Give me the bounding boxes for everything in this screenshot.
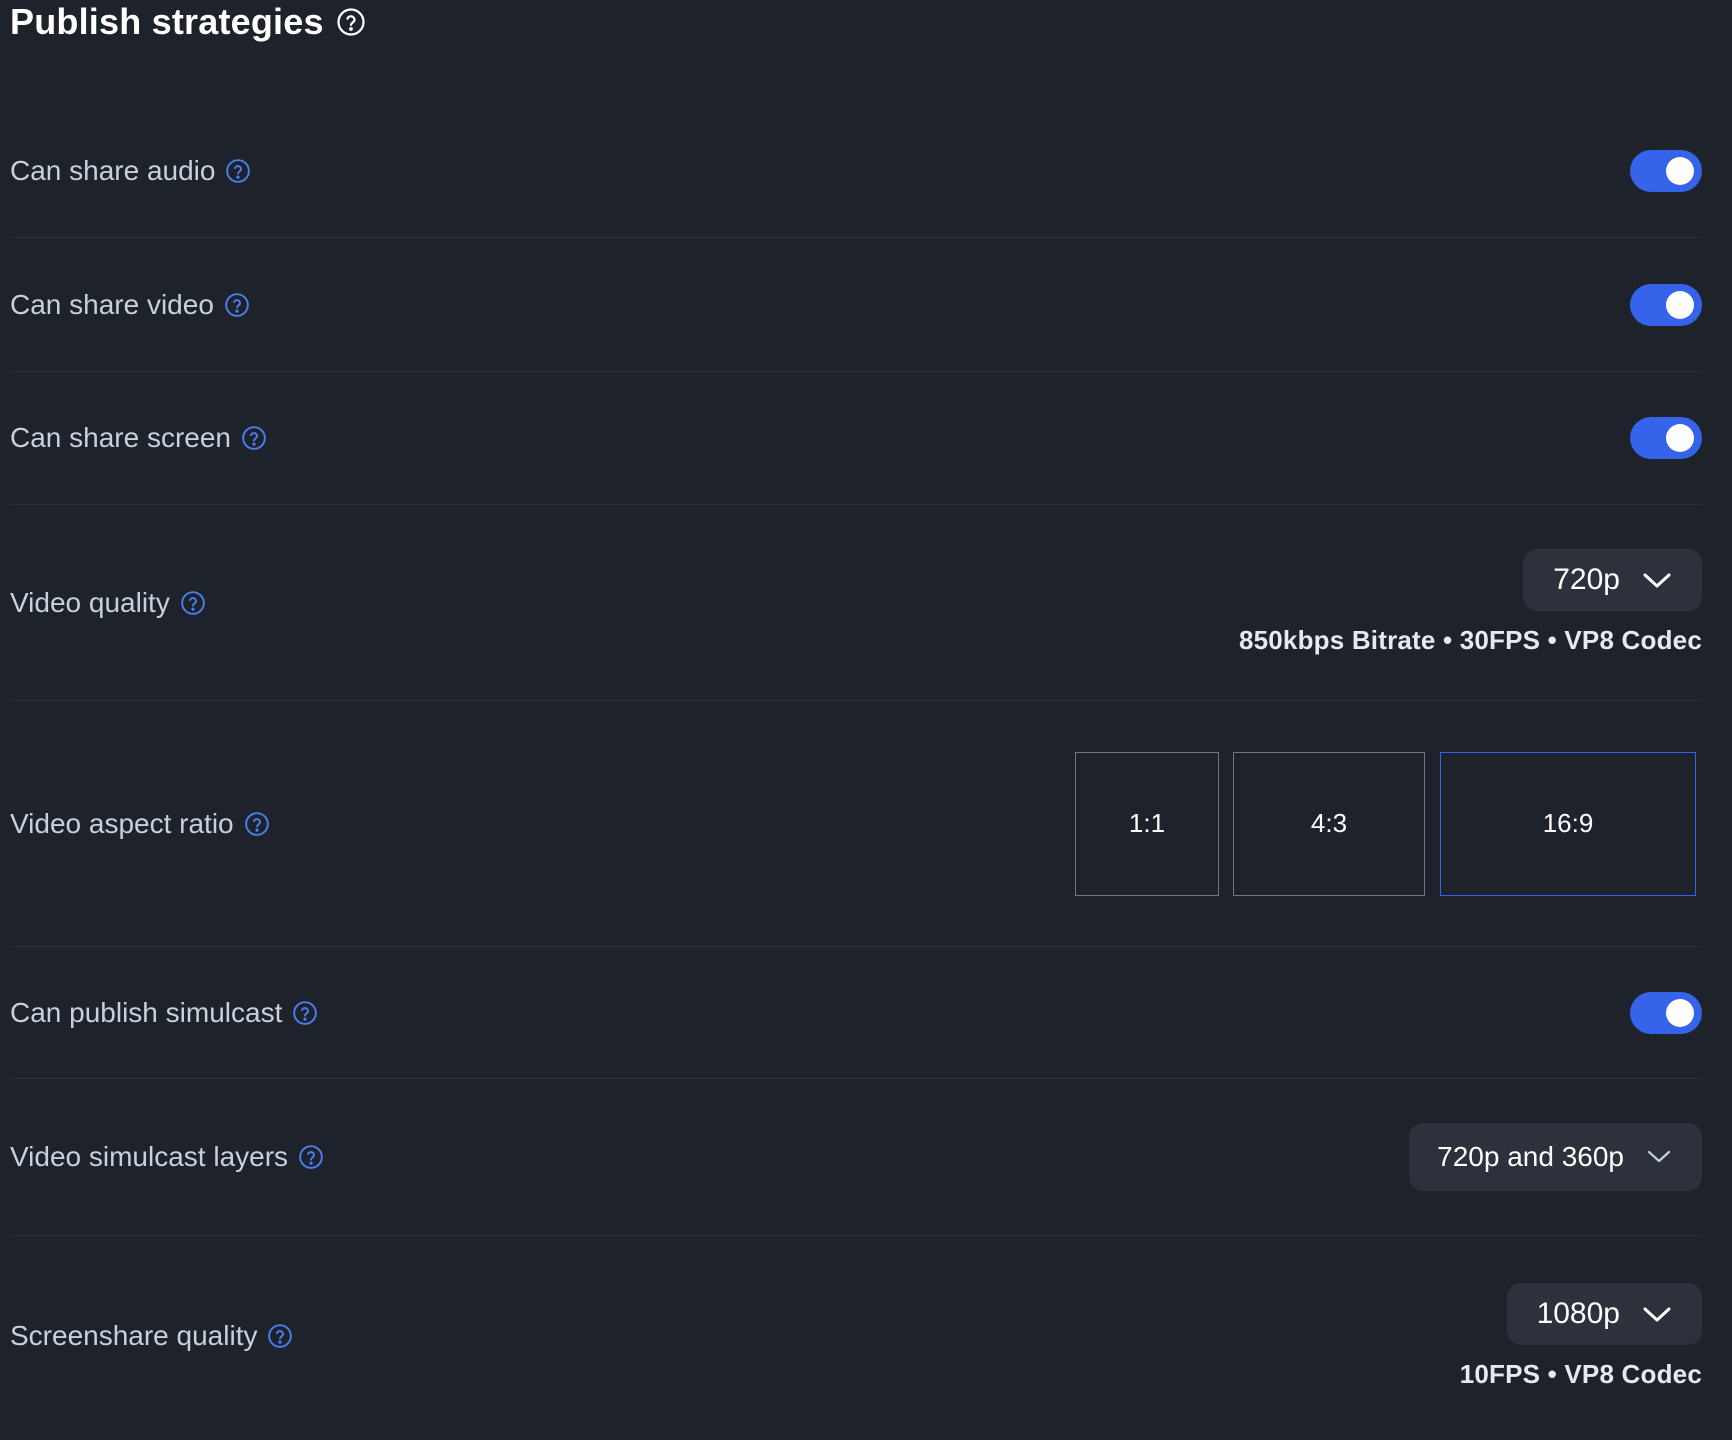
chevron-down-icon xyxy=(1642,1304,1672,1324)
setting-label: Video quality xyxy=(10,586,170,618)
aspect-ratio-options: 1:1 4:3 16:9 xyxy=(1075,751,1696,896)
section-title: Publish strategies xyxy=(10,1,324,42)
aspect-ratio-option-16-9[interactable]: 16:9 xyxy=(1440,751,1696,896)
select-value: 720p and 360p xyxy=(1437,1141,1624,1172)
toggle-knob xyxy=(1666,157,1694,185)
question-circle-icon[interactable] xyxy=(180,590,206,616)
question-circle-icon[interactable] xyxy=(336,7,366,37)
share-video-toggle[interactable] xyxy=(1630,283,1702,326)
aspect-ratio-option-4-3[interactable]: 4:3 xyxy=(1233,751,1425,896)
setting-label: Can publish simulcast xyxy=(10,996,283,1028)
section-header: Publish strategies xyxy=(10,0,1700,44)
aspect-ratio-option-1-1[interactable]: 1:1 xyxy=(1075,751,1219,896)
select-value: 1080p xyxy=(1536,1296,1620,1330)
setting-row-share-audio: Can share audio xyxy=(10,105,1702,238)
screenshare-quality-select[interactable]: 1080p xyxy=(1506,1282,1702,1345)
chevron-down-icon xyxy=(1646,1149,1672,1165)
setting-label: Can share screen xyxy=(10,422,232,453)
screenshare-quality-details: 10FPS • VP8 Codec xyxy=(1459,1358,1702,1389)
setting-label: Can share video xyxy=(10,288,214,320)
publish-simulcast-toggle[interactable] xyxy=(1630,991,1702,1034)
video-quality-select[interactable]: 720p xyxy=(1523,549,1702,611)
question-circle-icon[interactable] xyxy=(241,425,267,451)
setting-label: Can share audio xyxy=(10,155,216,186)
setting-row-simulcast-layers: Video simulcast layers 720p and 360p xyxy=(10,1079,1702,1236)
question-circle-icon[interactable] xyxy=(225,158,251,184)
question-circle-icon[interactable] xyxy=(267,1323,293,1349)
setting-row-screenshare-quality: Screenshare quality 1080p 10FPS • VP8 Co… xyxy=(10,1236,1702,1436)
simulcast-layers-select[interactable]: 720p and 360p xyxy=(1409,1123,1702,1191)
toggle-knob xyxy=(1666,998,1694,1027)
setting-row-video-quality: Video quality 720p 850kbps Bitrate • 30F… xyxy=(10,505,1702,701)
chevron-down-icon xyxy=(1642,570,1672,590)
toggle-knob xyxy=(1666,290,1694,319)
setting-label: Video simulcast layers xyxy=(10,1141,289,1172)
question-circle-icon[interactable] xyxy=(224,292,250,318)
toggle-knob xyxy=(1666,424,1694,452)
publish-strategies-panel: Publish strategies Can share audio Can s… xyxy=(0,0,1732,1440)
select-value: 720p xyxy=(1553,563,1620,596)
setting-row-publish-simulcast: Can publish simulcast xyxy=(10,947,1702,1079)
setting-row-share-screen: Can share screen xyxy=(10,372,1702,505)
setting-row-video-aspect-ratio: Video aspect ratio 1:1 4:3 16:9 xyxy=(10,701,1702,947)
question-circle-icon[interactable] xyxy=(292,1000,318,1026)
video-quality-details: 850kbps Bitrate • 30FPS • VP8 Codec xyxy=(1238,625,1702,655)
question-circle-icon[interactable] xyxy=(298,1144,324,1170)
setting-label: Video aspect ratio xyxy=(10,807,234,839)
share-audio-toggle[interactable] xyxy=(1630,150,1702,192)
setting-label: Screenshare quality xyxy=(10,1320,258,1351)
share-screen-toggle[interactable] xyxy=(1630,417,1702,459)
setting-row-share-video: Can share video xyxy=(10,238,1702,372)
question-circle-icon[interactable] xyxy=(244,811,270,837)
